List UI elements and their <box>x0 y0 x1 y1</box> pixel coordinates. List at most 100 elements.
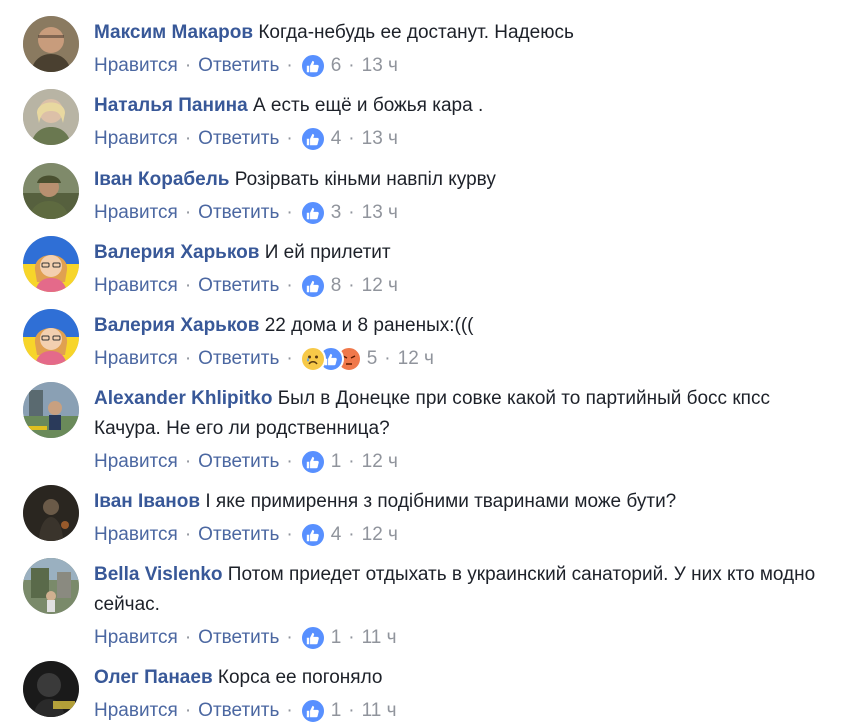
reactions[interactable]: 1 <box>299 697 342 725</box>
reply-link[interactable]: Ответить <box>198 521 279 549</box>
like-link[interactable]: Нравится <box>94 52 178 80</box>
separator-dot: · <box>184 451 192 472</box>
like-link[interactable]: Нравится <box>94 272 178 300</box>
comment-author[interactable]: Bella Vislenko <box>94 564 223 585</box>
reactions[interactable]: 4 <box>299 125 342 153</box>
separator-dot: · <box>384 348 391 369</box>
reaction-count: 4 <box>330 128 342 149</box>
separator-dot: · <box>286 55 293 76</box>
separator-dot: · <box>348 451 355 472</box>
like-reaction-icon <box>299 126 326 152</box>
avatar[interactable] <box>23 236 79 292</box>
reaction-count: 8 <box>330 275 342 296</box>
comment-author[interactable]: Максим Макаров <box>94 22 253 43</box>
separator-dot: · <box>348 700 355 721</box>
like-reaction-icon <box>299 698 326 724</box>
comment-actions: Нравится · Ответить · 1 · 12 ч <box>94 448 841 476</box>
avatar[interactable] <box>23 163 79 219</box>
reply-link[interactable]: Ответить <box>198 272 279 300</box>
separator-dot: · <box>184 348 192 369</box>
reply-link[interactable]: Ответить <box>198 697 279 725</box>
comment-actions: Нравится · Ответить · 5 · 12 ч <box>94 345 841 373</box>
like-link[interactable]: Нравится <box>94 624 178 652</box>
comment-actions: Нравится · Ответить · 3 · 13 ч <box>94 199 841 227</box>
comment-text: Корса ее погоняло <box>217 667 383 688</box>
reply-link[interactable]: Ответить <box>198 52 279 80</box>
comment-actions: Нравится · Ответить · 4 · 13 ч <box>94 125 841 153</box>
comment-time[interactable]: 12 ч <box>362 521 398 549</box>
comment-time[interactable]: 11 ч <box>362 697 397 725</box>
comment-text: Розірвать кіньми навпіл курву <box>234 169 496 190</box>
avatar[interactable] <box>23 661 79 717</box>
separator-dot: · <box>286 202 293 223</box>
comment-actions: Нравится · Ответить · 1 · 11 ч <box>94 624 841 652</box>
comment-time[interactable]: 13 ч <box>362 199 398 227</box>
comment-time[interactable]: 12 ч <box>362 448 398 476</box>
avatar[interactable] <box>23 89 79 145</box>
separator-dot: · <box>286 700 293 721</box>
like-link[interactable]: Нравится <box>94 345 178 373</box>
comment-time[interactable]: 11 ч <box>362 624 397 652</box>
separator-dot: · <box>184 202 192 223</box>
like-link[interactable]: Нравится <box>94 125 178 153</box>
reactions[interactable]: 3 <box>299 199 342 227</box>
reaction-count: 4 <box>330 524 342 545</box>
comment-time[interactable]: 13 ч <box>362 125 398 153</box>
separator-dot: · <box>348 627 355 648</box>
comment-author[interactable]: Іван Іванов <box>94 491 200 512</box>
avatar[interactable] <box>23 382 79 438</box>
reactions[interactable]: 5 <box>299 345 378 373</box>
comments-list: Максим Макаров Когда-небудь ее достанут.… <box>0 0 861 725</box>
avatar[interactable] <box>23 16 79 72</box>
comment-author[interactable]: Валерия Харьков <box>94 242 259 263</box>
comment-author[interactable]: Наталья Панина <box>94 95 248 116</box>
comment-actions: Нравится · Ответить · 1 · 11 ч <box>94 697 841 725</box>
comment-author[interactable]: Олег Панаев <box>94 667 213 688</box>
separator-dot: · <box>184 700 192 721</box>
comment-text: Когда-небудь ее достанут. Надеюсь <box>258 22 574 43</box>
separator-dot: · <box>184 627 192 648</box>
sad-reaction-icon <box>299 346 326 372</box>
separator-dot: · <box>184 524 192 545</box>
reply-link[interactable]: Ответить <box>198 125 279 153</box>
like-link[interactable]: Нравится <box>94 697 178 725</box>
separator-dot: · <box>286 348 293 369</box>
comment-time[interactable]: 12 ч <box>398 345 434 373</box>
separator-dot: · <box>286 524 293 545</box>
like-link[interactable]: Нравится <box>94 199 178 227</box>
separator-dot: · <box>286 128 293 149</box>
reactions[interactable]: 4 <box>299 521 342 549</box>
avatar[interactable] <box>23 485 79 541</box>
like-reaction-icon <box>299 522 326 548</box>
reactions[interactable]: 6 <box>299 52 341 80</box>
comment-author[interactable]: Іван Корабель <box>94 169 229 190</box>
comment-text: 22 дома и 8 раненых:((( <box>264 315 474 336</box>
reactions[interactable]: 1 <box>299 624 342 652</box>
reply-link[interactable]: Ответить <box>198 345 279 373</box>
reply-link[interactable]: Ответить <box>198 624 279 652</box>
separator-dot: · <box>184 275 192 296</box>
like-reaction-icon <box>299 53 326 79</box>
avatar[interactable] <box>23 309 79 365</box>
reaction-count: 5 <box>366 348 378 369</box>
reply-link[interactable]: Ответить <box>198 448 279 476</box>
like-reaction-icon <box>299 200 326 226</box>
like-link[interactable]: Нравится <box>94 521 178 549</box>
reaction-count: 1 <box>330 700 342 721</box>
comment-time[interactable]: 13 ч <box>362 52 398 80</box>
comment-author[interactable]: Валерия Харьков <box>94 315 259 336</box>
reaction-count: 3 <box>330 202 342 223</box>
comment-time[interactable]: 12 ч <box>362 272 398 300</box>
separator-dot: · <box>348 524 355 545</box>
avatar[interactable] <box>23 558 79 614</box>
reactions[interactable]: 1 <box>299 448 341 476</box>
reply-link[interactable]: Ответить <box>198 199 279 227</box>
comment-actions: Нравится · Ответить · 8 · 12 ч <box>94 272 841 300</box>
comment-text: И ей прилетит <box>264 242 391 263</box>
like-reaction-icon <box>299 449 326 475</box>
reactions[interactable]: 8 <box>299 272 342 300</box>
like-link[interactable]: Нравится <box>94 448 178 476</box>
like-reaction-icon <box>299 625 326 651</box>
comment-author[interactable]: Alexander Khlipitko <box>94 388 272 409</box>
reaction-count: 1 <box>330 627 342 648</box>
